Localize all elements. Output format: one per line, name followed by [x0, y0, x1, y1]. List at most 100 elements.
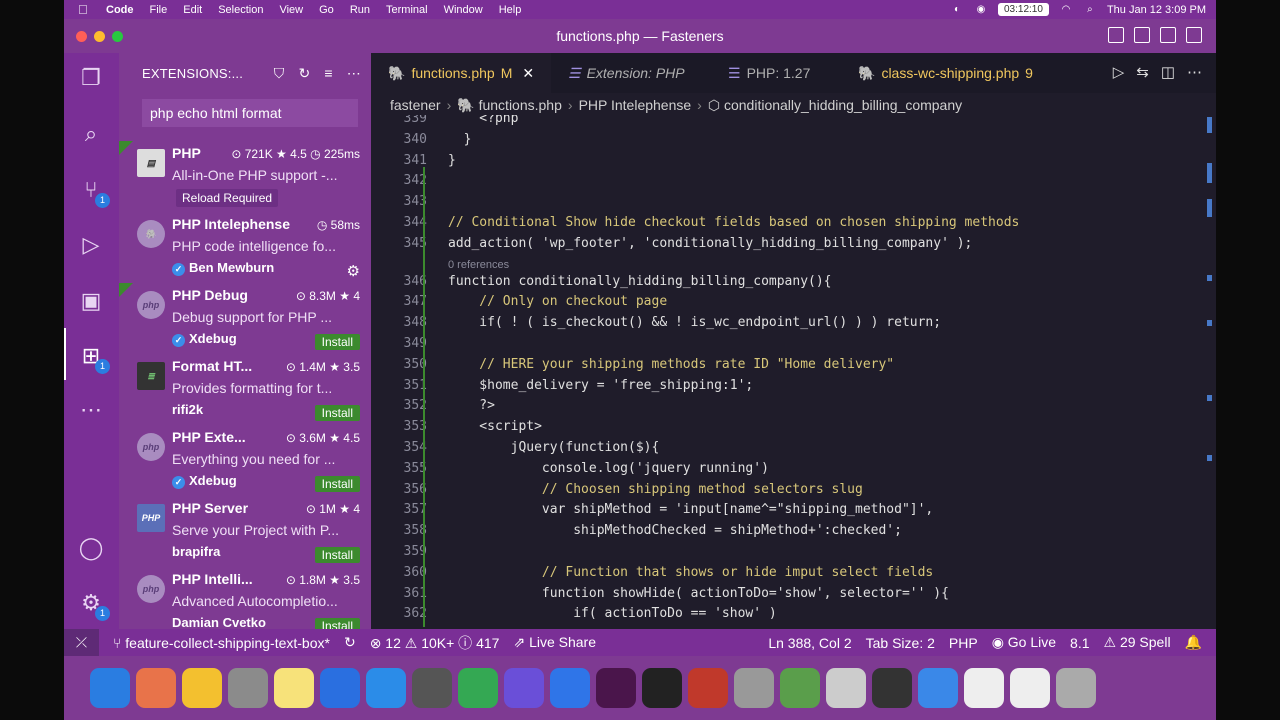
sync-icon[interactable]: ↻ [344, 634, 356, 651]
notifications-bell-icon[interactable]: 🔔 [1185, 634, 1202, 651]
dock-app-icon[interactable] [872, 668, 912, 708]
dock-app-icon[interactable] [90, 668, 130, 708]
tab-extension-php[interactable]: ☰ Extension: PHP [551, 53, 711, 93]
menu-app[interactable]: Code [106, 4, 134, 16]
clock[interactable]: Thu Jan 12 3:09 PM [1107, 4, 1206, 16]
more-actions-icon[interactable]: ⋯ [347, 65, 361, 82]
code-editor[interactable]: 339 <?php 340 } 341} 342 343 344 // Conditiona… [371, 115, 1216, 629]
run-debug-icon[interactable]: ▷ [76, 230, 106, 260]
manage-gear-icon[interactable]: ⚙ [347, 262, 360, 280]
problems-status[interactable]: ⊗ 12 ⚠ 10K+ ⓘ 417 [370, 633, 500, 653]
php-version[interactable]: 8.1 [1070, 635, 1089, 651]
dock-app-icon[interactable] [918, 668, 958, 708]
remote-explorer-icon[interactable]: ▣ [76, 286, 106, 316]
explorer-icon[interactable]: ❐ [76, 63, 106, 93]
breadcrumb-item[interactable]: PHP Intelephense [579, 97, 692, 113]
dock-app-icon[interactable] [964, 668, 1004, 708]
dock-app-icon[interactable] [596, 668, 636, 708]
settings-gear-icon[interactable]: ⚙ 1 [76, 588, 110, 621]
menu-terminal[interactable]: Terminal [386, 4, 428, 16]
compare-icon[interactable]: ⇆ [1136, 63, 1149, 81]
cursor-position[interactable]: Ln 388, Col 2 [768, 635, 851, 651]
source-control-icon[interactable]: ⑂ 1 [76, 175, 110, 208]
extension-item[interactable]: php PHP Debug ⊙ 8.3M ★ 4 Debug support f… [119, 283, 371, 354]
dock-app-icon[interactable] [182, 668, 222, 708]
menu-help[interactable]: Help [499, 4, 522, 16]
customize-layout-icon[interactable] [1186, 27, 1202, 43]
dock-app-icon[interactable] [412, 668, 452, 708]
spell-status[interactable]: ⚠ 29 Spell [1104, 634, 1171, 651]
clear-icon[interactable]: ≡ [324, 65, 332, 82]
menu-view[interactable]: View [279, 4, 303, 16]
extension-item[interactable]: PHP PHP Server ⊙ 1M ★ 4 Serve your Proje… [119, 496, 371, 567]
status-icon[interactable]: ◉ [974, 4, 988, 15]
extensions-icon[interactable]: ⊞ 1 [76, 341, 110, 374]
extension-item[interactable]: php PHP Exte... ⊙ 3.6M ★ 4.5 Everything … [119, 425, 371, 496]
code-lens-references[interactable]: 0 references [448, 259, 509, 271]
extension-item[interactable]: php PHP Intelli... ⊙ 1.8M ★ 3.5 Advanced… [119, 567, 371, 629]
extension-item[interactable]: ≣ Format HT... ⊙ 1.4M ★ 3.5 Provides for… [119, 354, 371, 425]
close-window-button[interactable] [76, 31, 87, 42]
extensions-search-input[interactable]: php echo html format [142, 99, 358, 127]
wifi-icon[interactable]: ◠ [1059, 4, 1073, 15]
dock-app-icon[interactable] [458, 668, 498, 708]
extension-item[interactable]: 🐘 PHP Intelephense ◷ 58ms PHP code intel… [119, 212, 371, 283]
language-mode[interactable]: PHP [949, 635, 978, 651]
breadcrumb-item[interactable]: conditionally_hidding_billing_company [724, 97, 962, 113]
install-button[interactable]: Install [314, 476, 360, 492]
more-icon[interactable]: ⋯ [76, 395, 106, 425]
menu-run[interactable]: Run [350, 4, 370, 16]
split-editor-icon[interactable]: ◫ [1161, 63, 1175, 81]
install-button[interactable]: Install [314, 547, 360, 563]
install-button[interactable]: Install [314, 334, 360, 350]
dock-app-icon[interactable] [780, 668, 820, 708]
dock-app-icon[interactable] [228, 668, 268, 708]
branch-status[interactable]: ⑂ feature-collect-shipping-text-box* [113, 635, 330, 651]
reload-required-button[interactable]: Reload Required [176, 189, 279, 207]
dock-app-icon[interactable] [136, 668, 176, 708]
dock-app-icon[interactable] [642, 668, 682, 708]
extension-item[interactable]: ▤ PHP ⊙ 721K ★ 4.5 ◷ 225ms All-in-One PH… [119, 141, 371, 212]
install-button[interactable]: Install [314, 618, 360, 629]
menu-go[interactable]: Go [319, 4, 334, 16]
apple-icon[interactable]:  [78, 2, 94, 17]
dock-app-icon[interactable] [504, 668, 544, 708]
menu-edit[interactable]: Edit [183, 4, 202, 16]
breadcrumb-item[interactable]: fastener [390, 97, 441, 113]
run-icon[interactable]: ▷ [1113, 63, 1125, 81]
more-actions-icon[interactable]: ⋯ [1187, 63, 1202, 81]
tab-size[interactable]: Tab Size: 2 [866, 635, 935, 651]
dock-app-icon[interactable] [550, 668, 590, 708]
search-icon[interactable]: ⌕ [1083, 4, 1097, 15]
go-live-button[interactable]: ◉ Go Live [992, 634, 1056, 651]
dock-app-icon[interactable] [274, 668, 314, 708]
menu-selection[interactable]: Selection [218, 4, 263, 16]
tab-php-version[interactable]: ☰ PHP: 1.27 [711, 53, 841, 93]
dock-app-icon[interactable] [320, 668, 360, 708]
zoom-window-button[interactable] [112, 31, 123, 42]
toggle-sidebar-icon[interactable] [1108, 27, 1124, 43]
menu-window[interactable]: Window [444, 4, 483, 16]
tab-class-wc-shipping[interactable]: 🐘 class-wc-shipping.php 9 [841, 53, 1033, 93]
tab-functions-php[interactable]: 🐘 functions.php M ✕ [371, 53, 551, 93]
live-share-button[interactable]: ⇗ Live Share [513, 634, 596, 651]
dock-app-icon[interactable] [366, 668, 406, 708]
remote-icon[interactable]: ⤫ [64, 629, 99, 656]
filter-icon[interactable]: ⛉ [274, 65, 285, 82]
dock-app-icon[interactable] [734, 668, 774, 708]
refresh-icon[interactable]: ↻ [298, 65, 310, 82]
dock-app-icon[interactable] [688, 668, 728, 708]
account-icon[interactable]: ◯ [76, 533, 106, 563]
install-button[interactable]: Install [314, 405, 360, 421]
dock-app-icon[interactable] [1010, 668, 1050, 708]
minimize-window-button[interactable] [94, 31, 105, 42]
toggle-panel-icon[interactable] [1134, 27, 1150, 43]
search-icon[interactable]: ⌕ [76, 119, 106, 149]
toggle-secondary-sidebar-icon[interactable] [1160, 27, 1176, 43]
breadcrumb-item[interactable]: functions.php [479, 97, 562, 113]
recording-timer[interactable]: 03:12:10 [998, 3, 1049, 16]
status-icon[interactable]: ◐ [950, 4, 964, 15]
menu-file[interactable]: File [150, 4, 168, 16]
dock-app-icon[interactable] [1056, 668, 1096, 708]
close-tab-icon[interactable]: ✕ [522, 65, 534, 82]
